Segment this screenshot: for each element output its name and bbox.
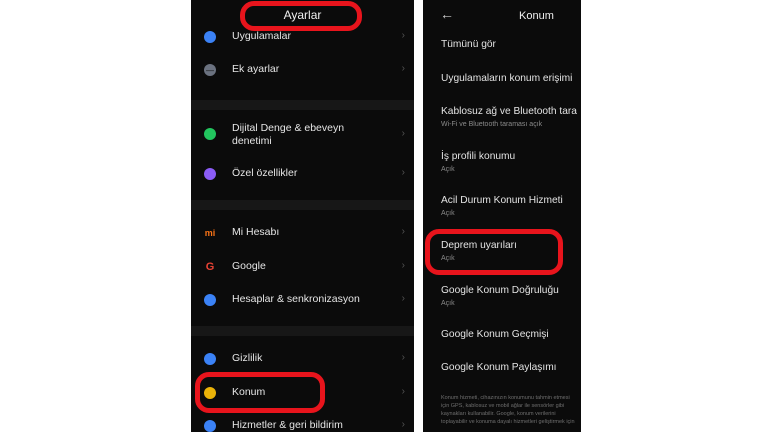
location-item-title: Tümünü gör xyxy=(441,39,496,50)
location-item-title: Uygulamaların konum erişimi xyxy=(441,73,573,84)
more-icon: — xyxy=(204,64,216,76)
section-divider xyxy=(191,326,414,336)
settings-item-label: Uygulamalar xyxy=(232,30,291,42)
settings-item-label: Google xyxy=(232,260,266,272)
location-item-title: Google Konum Doğruluğu xyxy=(441,285,559,296)
chevron-right-icon: › xyxy=(401,167,405,178)
settings-item-special-features[interactable]: Özel özellikler › xyxy=(191,160,414,190)
chevron-right-icon: › xyxy=(401,419,405,430)
location-item-title: Acil Durum Konum Hizmeti xyxy=(441,195,563,206)
settings-item-label: Dijital Denge & ebeveyn denetimi xyxy=(232,122,345,147)
location-footnote: Konum hizmeti, cihazınızın konumunu tahm… xyxy=(441,395,575,425)
location-item-subtitle: Açık xyxy=(441,300,455,307)
special-features-icon xyxy=(204,168,216,180)
settings-item-label: Mi Hesabı xyxy=(232,226,280,238)
settings-item-label: Gizlilik xyxy=(232,352,263,364)
chevron-right-icon: › xyxy=(401,63,405,74)
location-item-subtitle: Açık xyxy=(441,166,455,173)
mi-icon: mi xyxy=(204,228,216,238)
section-divider xyxy=(191,100,414,110)
highlight-settings-title xyxy=(240,1,362,31)
location-item-wifi-bt-scan[interactable]: Kablosuz ağ ve Bluetooth tara Wi-Fi ve B… xyxy=(441,105,581,129)
settings-item-accounts-sync[interactable]: Hesaplar & senkronizasyon › xyxy=(191,286,414,316)
location-item-see-all[interactable]: Tümünü gör xyxy=(441,38,581,51)
settings-item-extra[interactable]: — Ek ayarlar › xyxy=(191,56,414,86)
chevron-right-icon: › xyxy=(401,352,405,363)
location-item-google-accuracy[interactable]: Google Konum Doğruluğu Açık xyxy=(441,284,581,308)
settings-item-mi-account[interactable]: mi Mi Hesabı › xyxy=(191,219,414,249)
digital-wellbeing-icon xyxy=(204,128,216,140)
chevron-right-icon: › xyxy=(401,30,405,41)
highlight-earthquake-alerts xyxy=(425,229,563,275)
google-icon: G xyxy=(205,261,215,273)
services-icon xyxy=(204,420,216,432)
settings-item-services-feedback[interactable]: Hizmetler & geri bildirim › xyxy=(191,413,414,432)
settings-item-label: Hizmetler & geri bildirim xyxy=(232,419,343,431)
settings-item-label: Özel özellikler xyxy=(232,167,298,179)
account-icon xyxy=(204,294,216,306)
location-item-subtitle: Açık xyxy=(441,210,455,217)
chevron-right-icon: › xyxy=(401,293,405,304)
settings-item-privacy[interactable]: Gizlilik › xyxy=(191,345,414,375)
chevron-right-icon: › xyxy=(401,386,405,397)
section-divider xyxy=(191,200,414,210)
location-item-title: Kablosuz ağ ve Bluetooth tara xyxy=(441,106,577,117)
location-item-emergency[interactable]: Acil Durum Konum Hizmeti Açık xyxy=(441,194,581,218)
location-title: Konum xyxy=(519,10,554,22)
location-item-title: İş profili konumu xyxy=(441,151,516,162)
location-item-app-access[interactable]: Uygulamaların konum erişimi xyxy=(441,72,581,85)
location-screen: ← Konum Tümünü gör Uygulamaların konum e… xyxy=(423,0,581,432)
settings-item-label: Hesaplar & senkronizasyon xyxy=(232,293,360,305)
settings-item-google[interactable]: G Google › xyxy=(191,253,414,283)
highlight-location-item xyxy=(195,372,325,413)
settings-item-label: Ek ayarlar xyxy=(232,63,280,75)
chevron-right-icon: › xyxy=(401,128,405,139)
chevron-right-icon: › xyxy=(401,260,405,271)
eye-icon xyxy=(204,353,216,365)
back-arrow-icon[interactable]: ← xyxy=(440,6,454,22)
settings-screen: Ayarlar Uygulamalar › — Ek ayarlar › Dij… xyxy=(191,0,414,432)
settings-item-digital-wellbeing[interactable]: Dijital Denge & ebeveyn denetimi › xyxy=(191,118,414,154)
location-item-title: Google Konum Paylaşımı xyxy=(441,362,557,373)
location-item-work-profile[interactable]: İş profili konumu Açık xyxy=(441,150,581,174)
location-item-google-history[interactable]: Google Konum Geçmişi xyxy=(441,328,581,341)
apps-icon xyxy=(204,31,216,43)
location-item-title: Google Konum Geçmişi xyxy=(441,329,549,340)
location-item-subtitle: Wi-Fi ve Bluetooth taraması açık xyxy=(441,121,543,128)
chevron-right-icon: › xyxy=(401,226,405,237)
location-item-google-sharing[interactable]: Google Konum Paylaşımı xyxy=(441,361,581,374)
